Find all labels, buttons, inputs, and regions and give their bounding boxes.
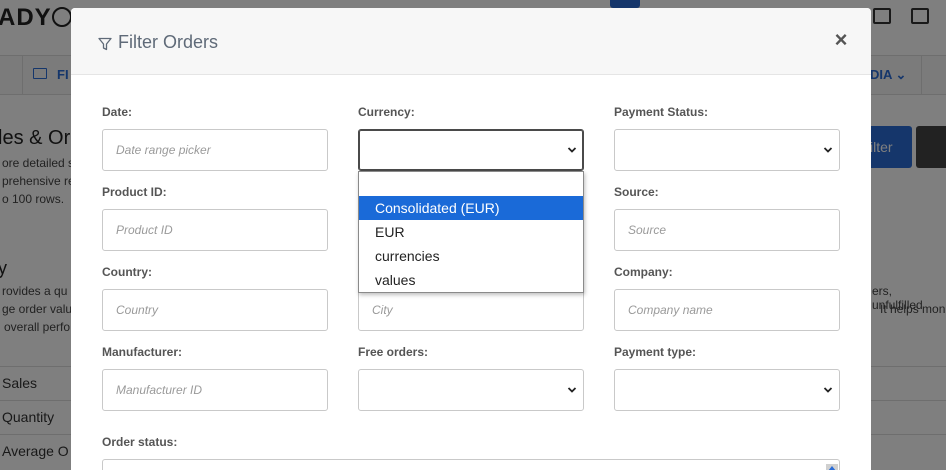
- currency-select[interactable]: [358, 129, 584, 171]
- currency-label: Currency:: [358, 105, 415, 119]
- payment-status-select[interactable]: [614, 129, 840, 171]
- date-label: Date:: [102, 105, 133, 119]
- dropdown-option[interactable]: [359, 172, 583, 196]
- manufacturer-input[interactable]: [102, 369, 328, 411]
- currency-dropdown-list: Consolidated (EUR) EUR currencies values: [358, 171, 584, 293]
- product-id-input[interactable]: [102, 209, 328, 251]
- payment-type-select[interactable]: [614, 369, 840, 411]
- city-input[interactable]: [358, 289, 584, 331]
- modal-title: Filter Orders: [98, 32, 218, 53]
- dropdown-option[interactable]: currencies: [359, 244, 583, 268]
- chevron-down-icon: [567, 147, 577, 153]
- close-icon[interactable]: ×: [833, 29, 849, 51]
- order-status-label: Order status:: [102, 435, 178, 449]
- country-input[interactable]: [102, 289, 328, 331]
- chevron-down-icon: [567, 387, 577, 393]
- chevron-up-icon: [828, 466, 836, 470]
- dropdown-option-highlighted[interactable]: Consolidated (EUR): [359, 196, 583, 220]
- order-status-select[interactable]: [102, 459, 840, 470]
- modal-title-text: Filter Orders: [118, 32, 219, 52]
- free-orders-select[interactable]: [358, 369, 584, 411]
- payment-status-label: Payment Status:: [614, 105, 709, 119]
- scroll-up-button[interactable]: [826, 464, 838, 470]
- dropdown-option[interactable]: values: [359, 268, 583, 292]
- source-label: Source:: [614, 185, 659, 199]
- manufacturer-label: Manufacturer:: [102, 345, 183, 359]
- dropdown-option[interactable]: EUR: [359, 220, 583, 244]
- free-orders-label: Free orders:: [358, 345, 429, 359]
- source-input[interactable]: [614, 209, 840, 251]
- product-id-label: Product ID:: [102, 185, 167, 199]
- country-label: Country:: [102, 265, 152, 279]
- chevron-down-icon: [823, 387, 833, 393]
- company-label: Company:: [614, 265, 673, 279]
- date-range-input[interactable]: [102, 129, 328, 171]
- chevron-down-icon: [823, 147, 833, 153]
- funnel-icon: [98, 37, 112, 51]
- payment-type-label: Payment type:: [614, 345, 697, 359]
- company-input[interactable]: [614, 289, 840, 331]
- modal-header: Filter Orders ×: [71, 8, 871, 75]
- filter-modal: Filter Orders × Date: Currency: Payment …: [71, 8, 871, 470]
